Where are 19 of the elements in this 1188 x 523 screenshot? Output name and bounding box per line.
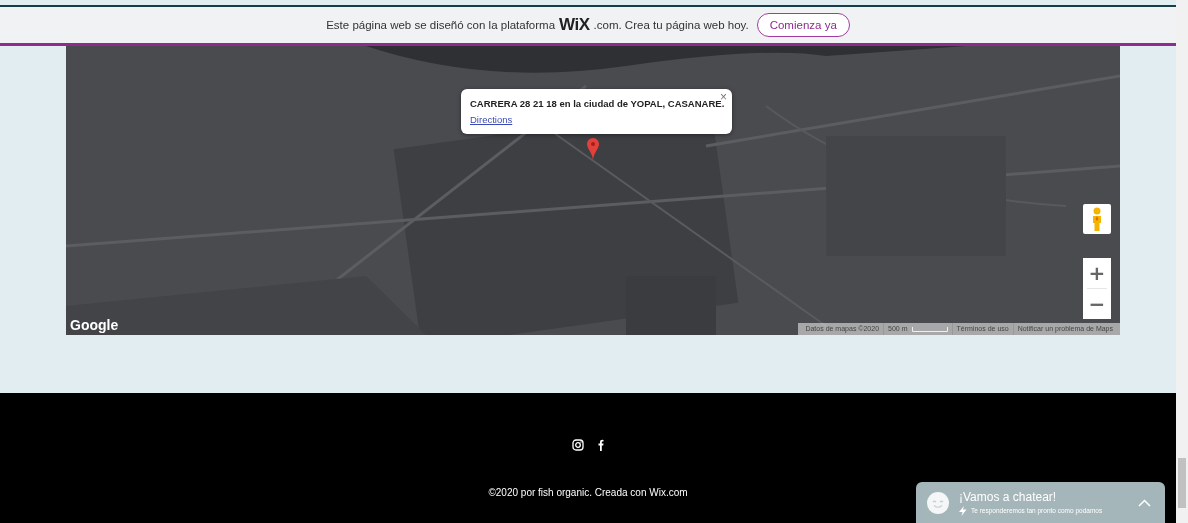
pegman-button[interactable]: [1083, 203, 1111, 234]
copyright-text: ©2020 por fish organic. Creada con Wix.com: [488, 487, 688, 499]
start-button[interactable]: Comienza ya: [756, 12, 850, 37]
instagram-icon: [572, 439, 584, 452]
scrollbar[interactable]: [1176, 0, 1188, 523]
banner-text: .com. Crea tu página web hoy.: [593, 18, 749, 31]
google-logo: Google: [70, 316, 119, 333]
map-pin-icon: [587, 137, 599, 161]
close-button[interactable]: ×: [720, 89, 727, 104]
facebook-icon: [596, 439, 604, 452]
directions-link[interactable]: Directions: [470, 113, 513, 125]
scale-bar-icon: [911, 325, 948, 332]
person-icon: [1090, 206, 1104, 231]
banner-text: Este página web se diseñó con la plataforma: [326, 18, 556, 31]
smiley-icon: [927, 491, 949, 514]
wix-logo: WiX: [559, 14, 590, 35]
chevron-up-icon: [1138, 498, 1151, 507]
chat-title: ¡Vamos a chatear!: [959, 489, 1058, 504]
lightning-icon: [959, 505, 967, 516]
